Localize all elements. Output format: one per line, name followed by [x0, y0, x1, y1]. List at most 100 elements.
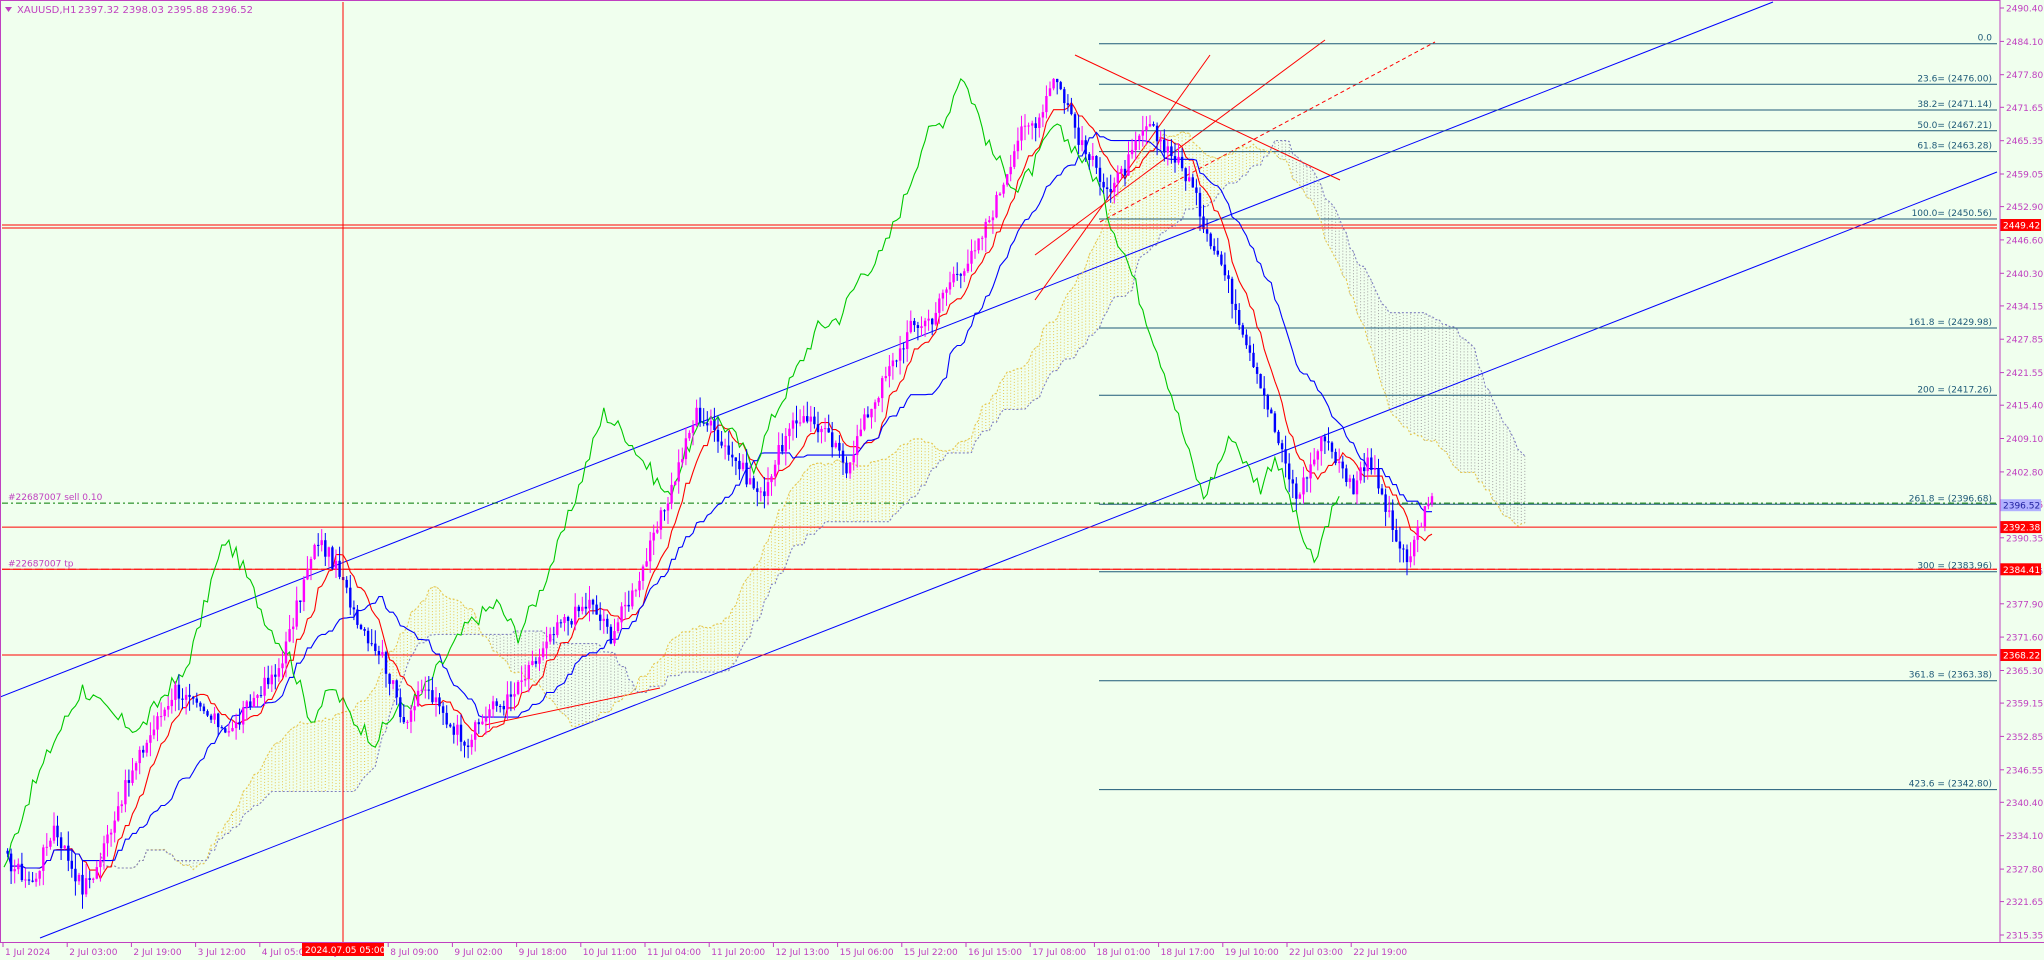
candle-body: [1266, 395, 1269, 410]
x-tick-label: 22 Jul 19:00: [1353, 948, 1407, 958]
candle-body: [309, 559, 313, 569]
candle-body: [788, 428, 791, 437]
candle-body: [1291, 479, 1294, 484]
y-tick-label: 2421.55: [2006, 369, 2043, 379]
candle-body: [1159, 139, 1162, 142]
candle-body: [106, 834, 109, 844]
candle-body: [599, 614, 602, 621]
candle-body: [1391, 510, 1394, 530]
candle-body: [1341, 461, 1344, 469]
candle-body: [416, 690, 420, 707]
candle-body: [488, 709, 491, 718]
candle-body: [556, 622, 559, 636]
candle-body: [1423, 506, 1427, 527]
candle-body: [95, 867, 98, 879]
candle-body: [723, 445, 727, 447]
fibo-level-label: 361.8 = (2363.38): [1909, 671, 1992, 681]
candle-body: [302, 579, 306, 602]
candle-body: [716, 429, 720, 442]
candle-body: [970, 250, 973, 264]
candle-body: [317, 544, 320, 546]
candle-body: [334, 560, 338, 569]
candle-body: [909, 320, 912, 333]
x-tick-label: 9 Jul 02:00: [454, 948, 503, 958]
candle-body: [823, 428, 827, 430]
candle-body: [663, 510, 666, 512]
price-chart[interactable]: 0.0 23.6= (2476.00) 38.2= (2471.14) 50.0= (…: [0, 0, 2044, 960]
candle-body: [734, 457, 737, 461]
x-tick-label: 19 Jul 10:00: [1225, 948, 1279, 958]
order-line-label: #22687007 tp: [8, 559, 74, 569]
candle-body: [1395, 530, 1398, 542]
candle-body: [9, 853, 13, 872]
candle-body: [706, 423, 709, 426]
candle-body: [363, 629, 366, 631]
candle-body: [474, 722, 477, 740]
candle-body: [606, 618, 609, 627]
candle-body: [63, 845, 66, 849]
candle-body: [913, 320, 916, 326]
candle-body: [134, 763, 138, 771]
candle-body: [45, 846, 48, 848]
candle-body: [249, 701, 252, 708]
candle-body: [527, 665, 530, 679]
y-tick-label: 2465.35: [2006, 137, 2043, 147]
candle-body: [516, 681, 520, 695]
candle-body: [188, 694, 191, 697]
candle-body: [1006, 174, 1009, 185]
candle-body: [1148, 124, 1152, 127]
candle-body: [24, 879, 27, 881]
order-line-label: #22687007 sell 0.10: [8, 493, 103, 503]
candle-body: [1295, 483, 1298, 499]
candle-body: [438, 697, 441, 707]
candle-body: [616, 622, 620, 631]
candle-body: [1066, 103, 1070, 105]
candle-body: [1205, 229, 1209, 234]
candle-body: [381, 652, 384, 656]
y-tick-label: 2371.60: [2006, 634, 2043, 644]
candle-body: [613, 631, 616, 644]
y-tick-label: 2377.90: [2006, 600, 2043, 610]
hline-price-tag-label: 2392.38: [2003, 524, 2040, 534]
candle-body: [1123, 168, 1127, 176]
y-tick-label: 2452.90: [2006, 203, 2043, 213]
candle-body: [1352, 478, 1355, 495]
y-tick-label: 2440.30: [2006, 270, 2043, 280]
candle-body: [284, 641, 288, 664]
candle-body: [395, 680, 398, 698]
candle-body: [102, 843, 106, 860]
candle-body: [1098, 167, 1102, 182]
candle-body: [977, 238, 980, 251]
candle-body: [145, 742, 148, 753]
candle-body: [481, 721, 484, 725]
candle-body: [538, 657, 541, 664]
candle-body: [484, 717, 488, 722]
candle-body: [117, 806, 120, 821]
candle-body: [1120, 168, 1123, 173]
fibo-level-label: 300 = (2383.96): [1917, 562, 1992, 572]
x-tick-label: 3 Jul 12:00: [198, 948, 247, 958]
chart-window[interactable]: 0.0 23.6= (2476.00) 38.2= (2471.14) 50.0= (…: [0, 0, 2044, 960]
candle-body: [384, 652, 388, 674]
candle-body: [966, 263, 970, 272]
candle-body: [1213, 246, 1216, 251]
candle-body: [645, 561, 648, 567]
candle-body: [1305, 477, 1309, 479]
x-tick-label: 9 Jul 18:00: [519, 948, 568, 958]
candle-body: [1113, 182, 1116, 193]
candle-body: [1077, 127, 1080, 145]
x-tick-label: 2 Jul 19:00: [133, 948, 182, 958]
candle-body: [920, 326, 923, 328]
candle-body: [602, 618, 605, 621]
candle-body: [149, 735, 152, 743]
candle-body: [1388, 510, 1391, 512]
candle-body: [338, 560, 341, 577]
candle-body: [588, 599, 591, 609]
candle-body: [777, 445, 780, 465]
candle-body: [806, 416, 809, 422]
candle-body: [1427, 503, 1430, 507]
candle-body: [963, 271, 966, 276]
candle-body: [620, 606, 623, 623]
candle-body: [1248, 345, 1252, 353]
candle-body: [238, 721, 241, 725]
